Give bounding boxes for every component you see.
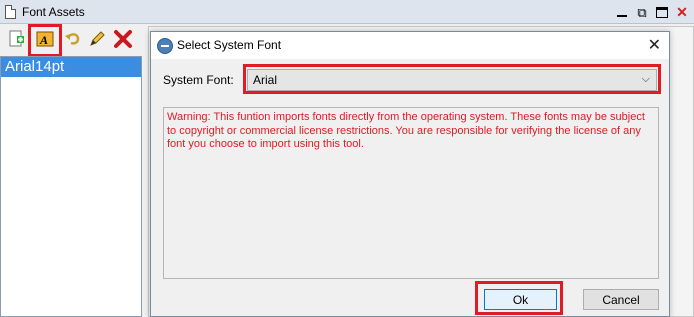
- close-icon[interactable]: ✕: [674, 4, 690, 20]
- asset-toolbar: A: [0, 24, 148, 56]
- dialog-title: Select System Font: [177, 38, 282, 52]
- list-item[interactable]: Arial14pt: [1, 57, 141, 77]
- font-assets-titlebar: Font Assets ⧉ ✕: [0, 0, 694, 24]
- document-icon: [5, 5, 16, 19]
- new-asset-icon[interactable]: [6, 28, 28, 50]
- warning-box: Warning: This funtion imports fonts dire…: [163, 107, 659, 279]
- undo-icon[interactable]: [62, 28, 84, 50]
- cancel-button[interactable]: Cancel: [583, 289, 659, 310]
- system-font-label: System Font:: [163, 73, 234, 87]
- edit-icon[interactable]: [86, 28, 108, 50]
- add-font-highlight-box: [28, 24, 62, 57]
- undock-icon[interactable]: ⧉: [634, 4, 650, 20]
- ok-button-highlight-box: [475, 281, 563, 315]
- panel-title: Font Assets: [22, 5, 85, 19]
- delete-icon[interactable]: [112, 28, 134, 50]
- maximize-icon[interactable]: [654, 4, 670, 20]
- warning-text: Warning: This funtion imports fonts dire…: [167, 111, 645, 150]
- minimize-icon[interactable]: [614, 4, 630, 20]
- font-asset-list[interactable]: Arial14pt: [0, 56, 142, 317]
- font-dropdown-highlight-box: [243, 64, 661, 94]
- dialog-titlebar: Select System Font ✕: [151, 32, 669, 59]
- app-icon: [157, 38, 173, 54]
- dialog-close-icon[interactable]: ✕: [648, 35, 661, 55]
- panel-window-controls: ⧉ ✕: [614, 4, 690, 20]
